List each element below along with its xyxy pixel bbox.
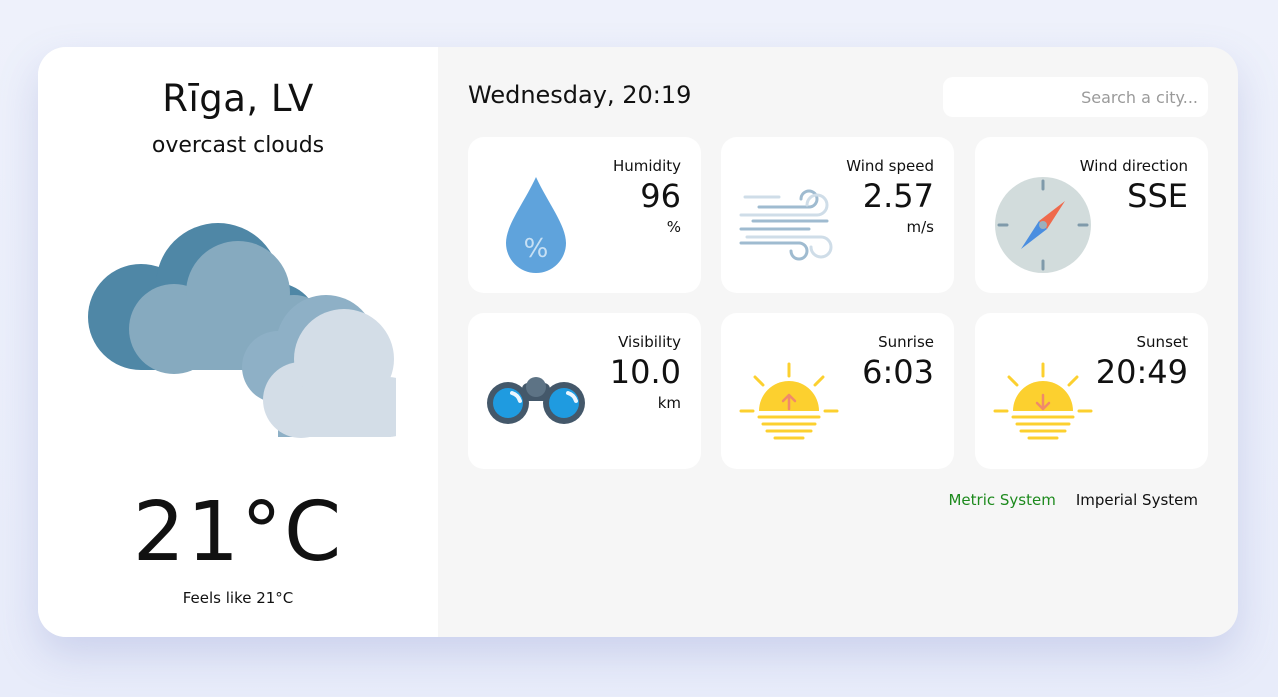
wind-speed-label: Wind speed — [846, 157, 934, 175]
wind-direction-value: SSE — [1127, 177, 1188, 215]
current-temperature: 21°C — [132, 485, 344, 580]
weather-description: overcast clouds — [151, 133, 325, 158]
sunset-value: 20:49 — [1095, 353, 1188, 391]
humidity-drop-icon: % — [506, 177, 566, 273]
humidity-unit: % — [666, 218, 681, 236]
unit-system-switch: Metric System Imperial System — [948, 491, 1198, 509]
sunrise-label: Sunrise — [878, 333, 934, 351]
city-search-input[interactable] — [943, 77, 1208, 117]
sunset-card: Sunset 20:49 — [975, 313, 1208, 469]
wind-direction-label: Wind direction — [1079, 157, 1188, 175]
feels-like-text: Feels like 21°C — [182, 589, 294, 607]
humidity-label: Humidity — [612, 157, 681, 175]
imperial-system-button[interactable]: Imperial System — [1076, 491, 1198, 509]
current-datetime: Wednesday, 20:19 — [468, 81, 692, 109]
humidity-card: % Humidity 96 % — [468, 137, 701, 293]
visibility-card: Visibility 10.0 km — [468, 313, 701, 469]
wind-speed-unit: m/s — [906, 218, 934, 236]
wind-speed-value: 2.57 — [862, 177, 934, 215]
wind-icon — [739, 189, 833, 261]
visibility-unit: km — [657, 394, 681, 412]
svg-text:%: % — [524, 234, 549, 264]
compass-icon — [995, 177, 1091, 273]
humidity-value: 96 — [640, 177, 681, 215]
visibility-label: Visibility — [618, 333, 681, 351]
sunset-label: Sunset — [1136, 333, 1188, 351]
sunrise-icon — [739, 362, 839, 440]
binoculars-icon — [487, 377, 585, 424]
weather-app: Rīga, LV overcast clouds 21°C Feels like… — [38, 47, 1238, 637]
sunrise-value: 6:03 — [862, 353, 934, 391]
details-panel: Wednesday, 20:19 % Humidity 96 % — [438, 47, 1238, 637]
metric-system-button[interactable]: Metric System — [948, 491, 1055, 509]
sunset-icon — [993, 362, 1093, 440]
city-name: Rīga, LV — [162, 77, 314, 120]
overcast-clouds-icon — [88, 223, 396, 438]
sunrise-card: Sunrise 6:03 — [721, 313, 954, 469]
current-weather-panel: Rīga, LV overcast clouds 21°C Feels like… — [38, 47, 438, 637]
visibility-value: 10.0 — [609, 353, 681, 391]
wind-speed-card: Wind speed 2.57 m/s — [721, 137, 954, 293]
wind-direction-card: Wind direction SSE — [975, 137, 1208, 293]
